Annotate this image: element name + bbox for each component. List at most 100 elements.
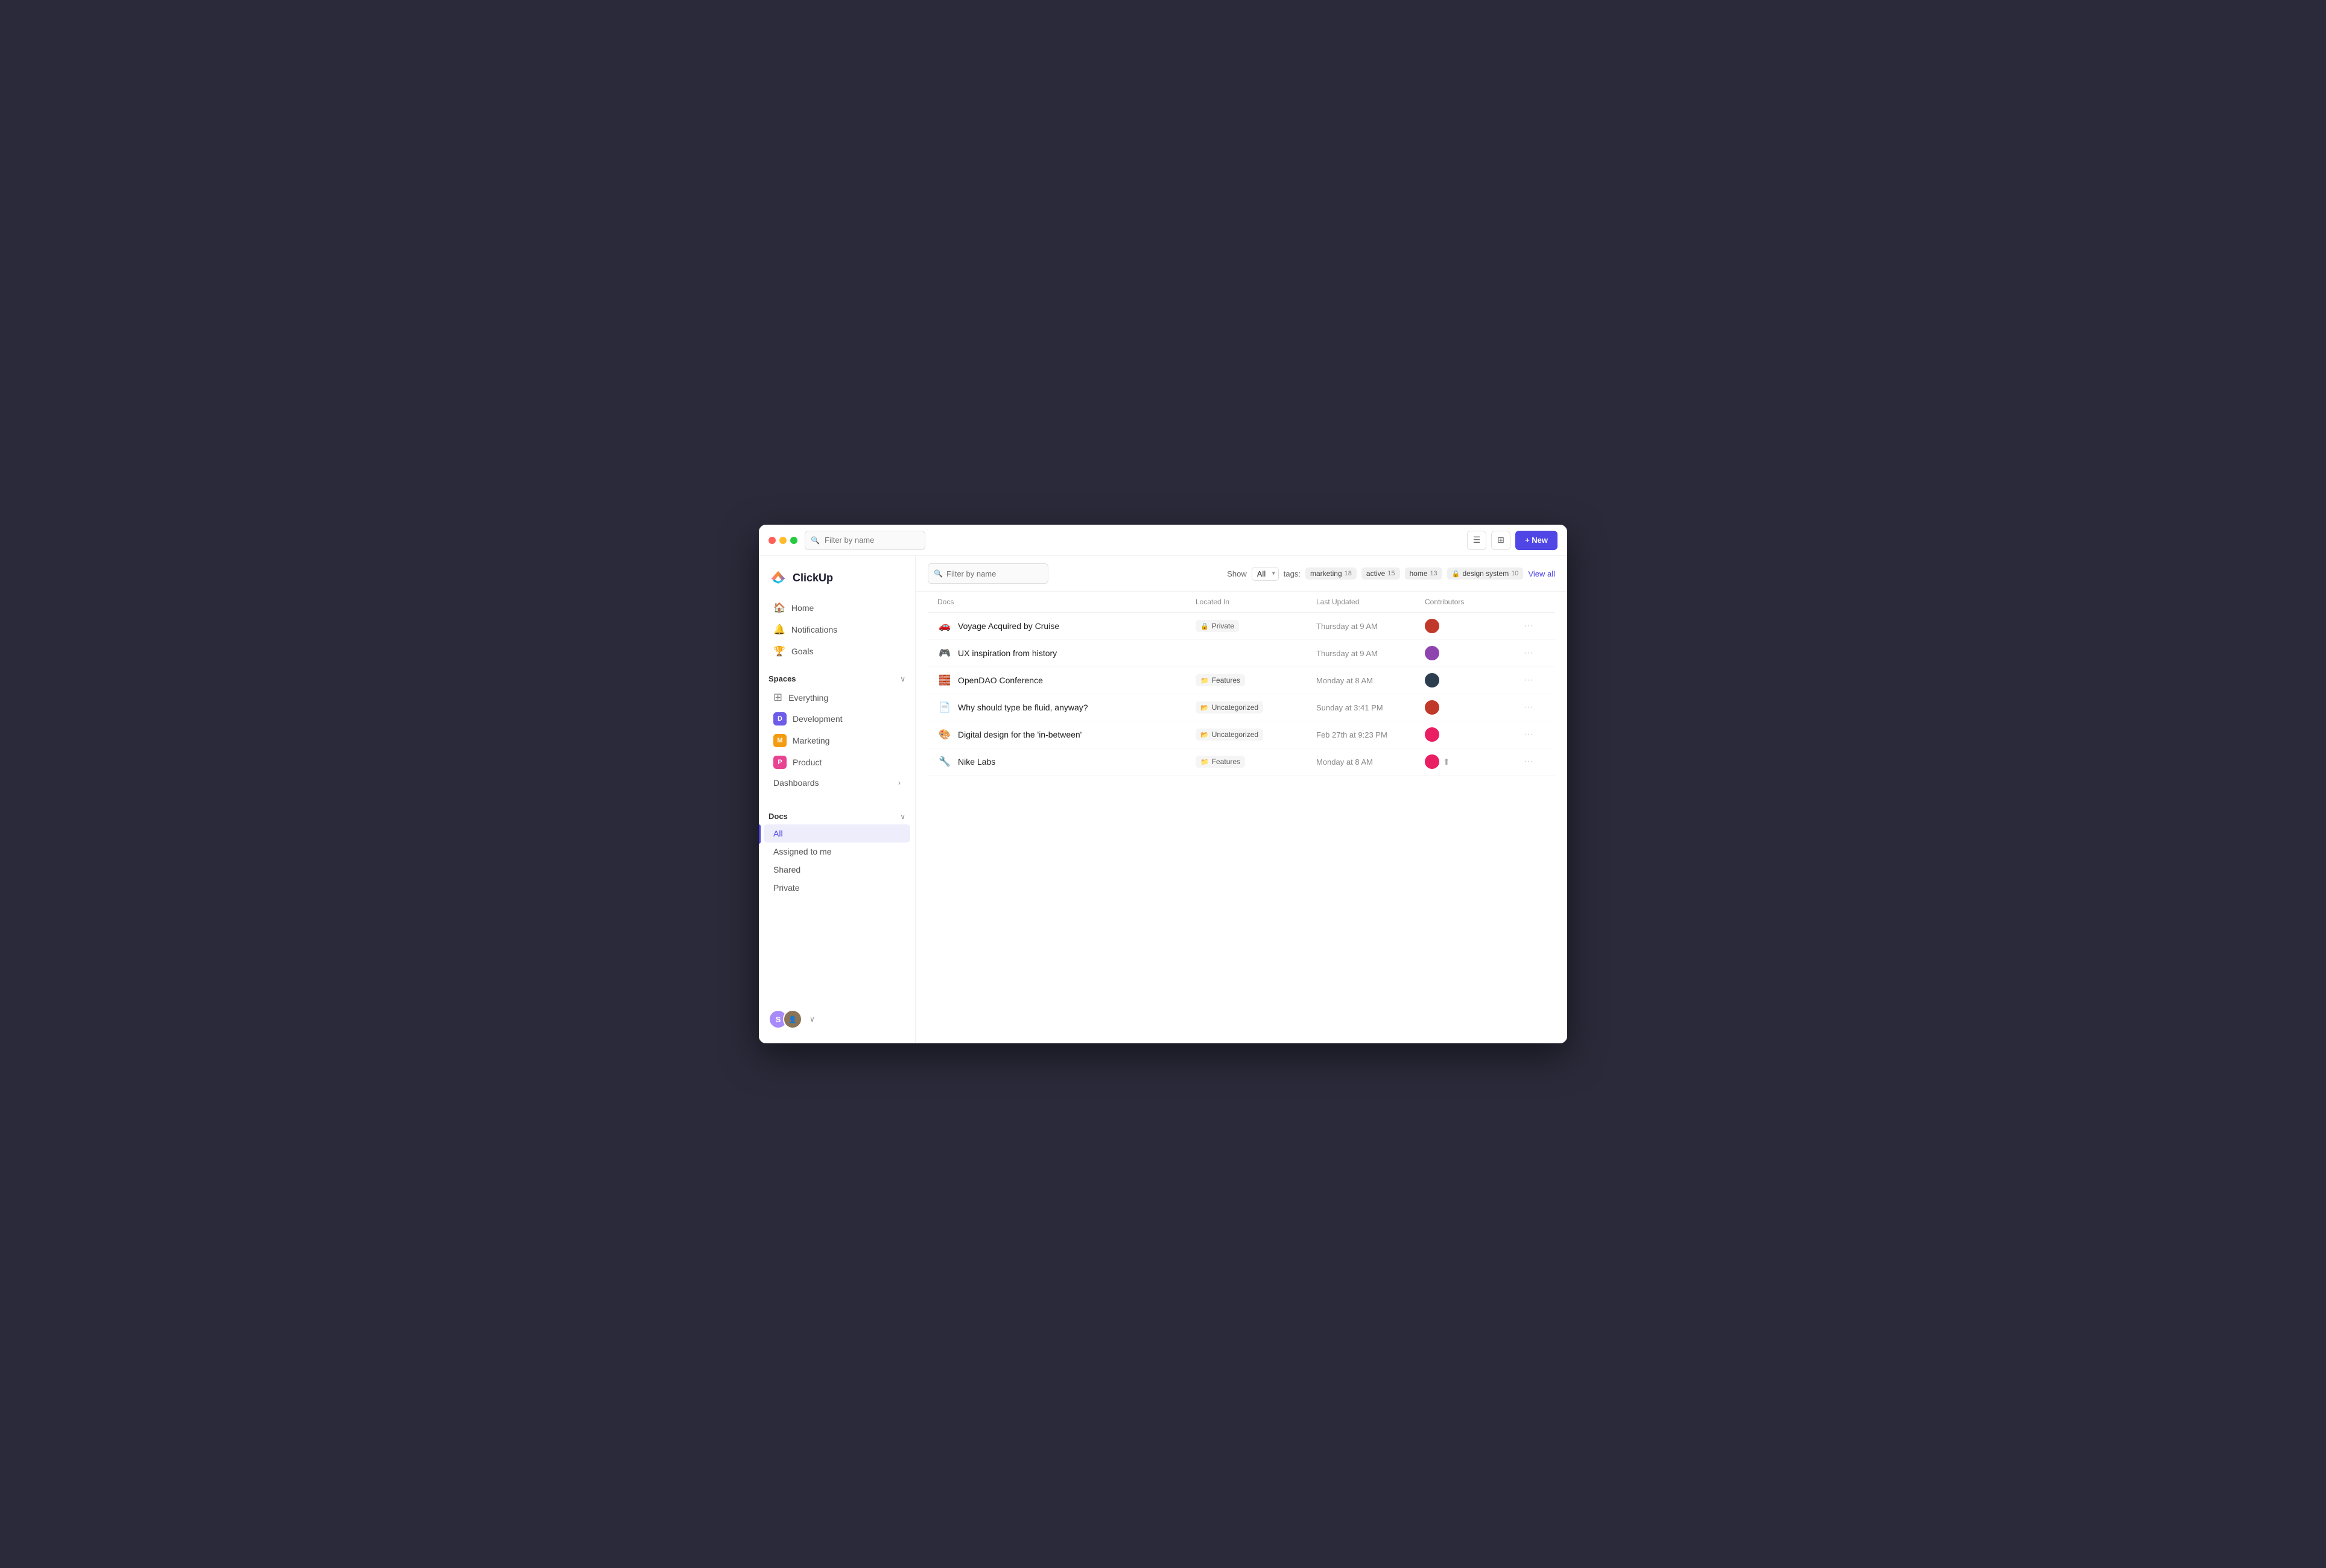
sidebar-item-docs-all[interactable]: All [764, 824, 910, 842]
sidebar-item-goals[interactable]: 🏆 Goals [764, 640, 910, 662]
sidebar-item-docs-assigned[interactable]: Assigned to me [764, 842, 910, 861]
doc-name: Nike Labs [958, 757, 995, 767]
table-row[interactable]: 🔧 Nike Labs 📁 Features Monday at 8 AM ⬆ [928, 748, 1555, 776]
lock-icon: 🔒 [1200, 622, 1209, 630]
sidebar-item-docs-shared[interactable]: Shared [764, 861, 910, 879]
tag-active-label: active [1366, 569, 1385, 578]
folder-icon: 📂 [1200, 731, 1209, 739]
active-indicator [759, 824, 761, 844]
minimize-button[interactable] [779, 537, 787, 544]
contributors-cell [1425, 646, 1521, 660]
marketing-icon: M [773, 734, 787, 747]
maximize-button[interactable] [790, 537, 797, 544]
top-actions: ☰ ⊞ + New [1467, 531, 1558, 550]
user-menu-chevron-icon[interactable]: ∨ [810, 1015, 815, 1023]
sidebar-item-product[interactable]: P Product [764, 751, 910, 773]
more-icon[interactable]: ··· [1521, 754, 1536, 769]
bell-icon: 🔔 [773, 624, 785, 636]
header-actions [1521, 598, 1545, 606]
show-select[interactable]: All [1252, 567, 1279, 581]
sidebar-item-dashboards[interactable]: Dashboards › [764, 773, 910, 792]
doc-name-cell: 🚗 Voyage Acquired by Cruise [937, 619, 1196, 633]
location-cell: 📁 Features [1196, 674, 1316, 686]
docs-assigned-label: Assigned to me [773, 847, 832, 856]
sidebar: ClickUp 🏠 Home 🔔 Notifications 🏆 Goals S… [759, 556, 916, 1043]
tag-active-count: 15 [1387, 570, 1395, 577]
tag-active[interactable]: active 15 [1361, 567, 1400, 580]
dashboards-label: Dashboards [773, 778, 819, 788]
row-more[interactable]: ··· [1521, 648, 1545, 659]
row-more[interactable]: ··· [1521, 675, 1545, 686]
table-row[interactable]: 📄 Why should type be fluid, anyway? 📂 Un… [928, 694, 1555, 721]
sidebar-item-home[interactable]: 🏠 Home [764, 597, 910, 619]
contributor-avatar [1425, 646, 1439, 660]
row-more[interactable]: ··· [1521, 729, 1545, 740]
new-button[interactable]: + New [1515, 531, 1558, 550]
row-more[interactable]: ··· [1521, 702, 1545, 713]
table-row[interactable]: 🚗 Voyage Acquired by Cruise 🔒 Private Th… [928, 613, 1555, 640]
more-icon[interactable]: ··· [1521, 645, 1536, 660]
avatar-user: 👤 [783, 1010, 802, 1029]
tag-design-system-label: design system [1462, 569, 1509, 578]
location-cell: 📂 Uncategorized [1196, 729, 1316, 741]
list-view-button[interactable]: ☰ [1467, 531, 1486, 550]
more-icon[interactable]: ··· [1521, 618, 1536, 633]
tag-home[interactable]: home 13 [1405, 567, 1442, 580]
doc-name: Voyage Acquired by Cruise [958, 621, 1059, 631]
tag-marketing[interactable]: marketing 18 [1305, 567, 1357, 580]
doc-icon: 📄 [937, 700, 952, 715]
header-docs: Docs [937, 598, 1196, 606]
location-cell: 📂 Uncategorized [1196, 701, 1316, 713]
row-more[interactable]: ··· [1521, 621, 1545, 631]
product-icon: P [773, 756, 787, 769]
lock-icon: 🔒 [1452, 570, 1460, 578]
goals-label: Goals [791, 646, 814, 656]
contributors-cell [1425, 727, 1521, 742]
folder-icon: 📁 [1200, 677, 1209, 684]
close-button[interactable] [768, 537, 776, 544]
table-row[interactable]: 🎨 Digital design for the 'in-between' 📂 … [928, 721, 1555, 748]
doc-name-cell: 🔧 Nike Labs [937, 754, 1196, 769]
table-row[interactable]: 🧱 OpenDAO Conference 📁 Features Monday a… [928, 667, 1555, 694]
location-badge: 📂 Uncategorized [1196, 701, 1263, 713]
upload-icon[interactable]: ⬆ [1443, 757, 1450, 767]
doc-name: UX inspiration from history [958, 648, 1057, 658]
search-icon: 🔍 [811, 536, 820, 545]
grid-view-button[interactable]: ⊞ [1491, 531, 1510, 550]
location-badge: 📁 Features [1196, 674, 1245, 686]
docs-chevron-icon[interactable]: ∨ [900, 812, 905, 821]
sidebar-item-docs-private[interactable]: Private [764, 879, 910, 897]
table-row[interactable]: 🎮 UX inspiration from history Thursday a… [928, 640, 1555, 667]
title-bar: 🔍 ☰ ⊞ + New [759, 525, 1567, 556]
show-select-wrap: All ▾ [1252, 567, 1279, 581]
docs-section-header: Docs ∨ [759, 805, 915, 824]
doc-name: Digital design for the 'in-between' [958, 730, 1082, 739]
location-badge: 📂 Uncategorized [1196, 729, 1263, 741]
content-toolbar: 🔍 Show All ▾ tags: marketing 18 [916, 556, 1567, 592]
content-area: 🔍 Show All ▾ tags: marketing 18 [916, 556, 1567, 1043]
last-updated: Thursday at 9 AM [1316, 649, 1425, 658]
folder-icon: 📁 [1200, 758, 1209, 766]
sidebar-item-everything[interactable]: ⊞ Everything [764, 687, 910, 708]
home-label: Home [791, 603, 814, 613]
contributor-avatar [1425, 700, 1439, 715]
location-badge: 🔒 Private [1196, 620, 1239, 632]
view-all-link[interactable]: View all [1528, 569, 1555, 578]
spaces-chevron-icon[interactable]: ∨ [900, 675, 905, 683]
sidebar-item-notifications[interactable]: 🔔 Notifications [764, 619, 910, 640]
filter-input[interactable] [928, 563, 1048, 584]
spaces-title: Spaces [768, 674, 796, 683]
sidebar-bottom: S 👤 ∨ [759, 1002, 915, 1036]
more-icon[interactable]: ··· [1521, 672, 1536, 688]
location-label: Uncategorized [1212, 730, 1258, 739]
top-search-input[interactable] [805, 531, 925, 550]
row-more[interactable]: ··· [1521, 756, 1545, 767]
sidebar-item-development[interactable]: D Development [764, 708, 910, 730]
more-icon[interactable]: ··· [1521, 727, 1536, 742]
more-icon[interactable]: ··· [1521, 700, 1536, 715]
table-header: Docs Located In Last Updated Contributor… [928, 592, 1555, 613]
sidebar-item-marketing[interactable]: M Marketing [764, 730, 910, 751]
tag-design-system[interactable]: 🔒 design system 10 [1447, 567, 1524, 580]
header-last-updated: Last Updated [1316, 598, 1425, 606]
contributor-avatar [1425, 754, 1439, 769]
